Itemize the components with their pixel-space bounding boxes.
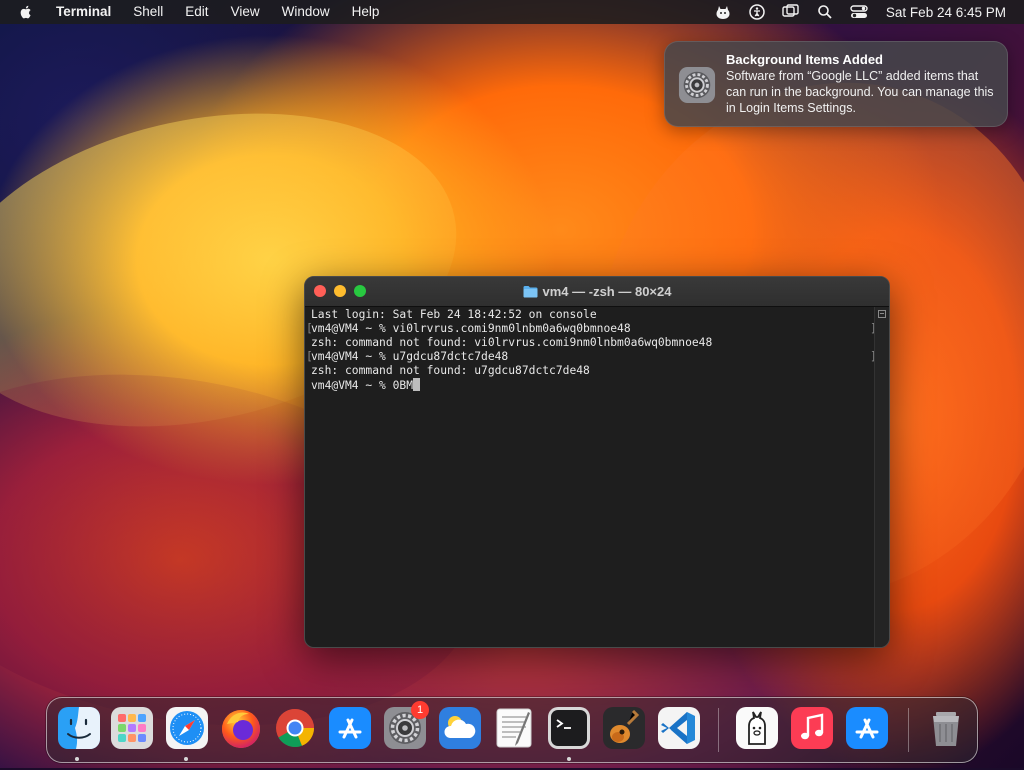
line-mark-left: [ <box>306 322 313 336</box>
dock-finder-icon[interactable] <box>57 706 101 750</box>
system-settings-icon <box>678 66 716 104</box>
notification-title: Background Items Added <box>726 52 883 67</box>
dock-vscode-icon[interactable] <box>657 706 701 750</box>
terminal-prompt-line[interactable]: vm4@VM4 ~ % 0BM <box>311 378 869 392</box>
terminal-line: zsh: command not found: u7gdcu87dctc7de4… <box>311 364 590 378</box>
terminal-line: Last login: Sat Feb 24 18:42:52 on conso… <box>311 308 597 321</box>
dock-weather-icon[interactable] <box>438 706 482 750</box>
menu-edit[interactable]: Edit <box>174 0 219 24</box>
accessibility-icon[interactable] <box>748 3 766 21</box>
menu-shell[interactable]: Shell <box>122 0 174 24</box>
ollama-status-icon[interactable] <box>714 3 732 21</box>
notification-badge: 1 <box>411 701 429 719</box>
dock-system-settings-icon[interactable]: 1 <box>383 701 429 750</box>
terminal-output[interactable]: Last login: Sat Feb 24 18:42:52 on conso… <box>305 307 877 647</box>
running-indicator <box>75 757 79 761</box>
menu-app-name[interactable]: Terminal <box>48 0 122 24</box>
terminal-line: zsh: command not found: vi0lrvrus.comi9n… <box>311 336 713 350</box>
dock-chrome-icon[interactable] <box>273 706 317 750</box>
menu-help[interactable]: Help <box>341 0 391 24</box>
dock-separator <box>718 708 719 752</box>
folder-icon <box>523 286 537 298</box>
dock-music-icon[interactable] <box>790 706 834 750</box>
window-titlebar[interactable]: vm4 — -zsh — 80×24 <box>305 277 889 307</box>
notification-body: Software from “Google LLC” added items t… <box>726 69 994 115</box>
running-indicator <box>184 757 188 761</box>
dock: 1 <box>46 697 978 763</box>
scrollbar-split-icon[interactable] <box>878 310 886 318</box>
dock-terminal-icon[interactable] <box>547 706 591 750</box>
terminal-line: [vm4@VM4 ~ % u7gdcu87dctc7de48] <box>306 350 877 364</box>
control-center-icon[interactable] <box>850 3 868 21</box>
dock-separator <box>908 708 909 752</box>
menu-window[interactable]: Window <box>271 0 341 24</box>
screen-mirroring-icon[interactable] <box>782 3 800 21</box>
spotlight-search-icon[interactable] <box>816 3 834 21</box>
menu-bar-clock[interactable]: Sat Feb 24 6:45 PM <box>886 5 1006 20</box>
line-mark-left: [ <box>306 350 313 364</box>
dock-safari-icon[interactable] <box>165 706 209 750</box>
notification-banner[interactable]: Background Items Added Software from “Go… <box>664 41 1008 127</box>
terminal-line: [vm4@VM4 ~ % vi0lrvrus.comi9nm0lnbm0a6wq… <box>306 322 877 336</box>
dock-ollama-icon[interactable] <box>735 706 779 750</box>
dock-app-store-icon[interactable] <box>328 706 372 750</box>
dock-app-store-icon[interactable] <box>845 706 889 750</box>
window-title: vm4 — -zsh — 80×24 <box>542 284 672 299</box>
menu-view[interactable]: View <box>220 0 271 24</box>
dock-textedit-icon[interactable] <box>492 706 536 750</box>
text-cursor <box>413 378 421 392</box>
terminal-window[interactable]: vm4 — -zsh — 80×24 Last login: Sat Feb 2… <box>304 276 890 648</box>
running-indicator <box>567 757 571 761</box>
dock-garageband-icon[interactable] <box>602 706 646 750</box>
apple-menu-icon[interactable] <box>18 4 34 20</box>
dock-launchpad-icon[interactable] <box>110 706 154 750</box>
terminal-scrollbar[interactable] <box>874 307 889 647</box>
menu-bar: Terminal Shell Edit View Window Help Sat… <box>0 0 1024 24</box>
terminal-line-text: vm4@VM4 ~ % 0BM <box>311 379 414 393</box>
dock-trash-icon[interactable] <box>924 706 968 750</box>
terminal-line-text: vm4@VM4 ~ % vi0lrvrus.comi9nm0lnbm0a6wq0… <box>311 322 631 336</box>
dock-firefox-icon[interactable] <box>219 706 263 750</box>
terminal-line-text: vm4@VM4 ~ % u7gdcu87dctc7de48 <box>311 350 509 364</box>
